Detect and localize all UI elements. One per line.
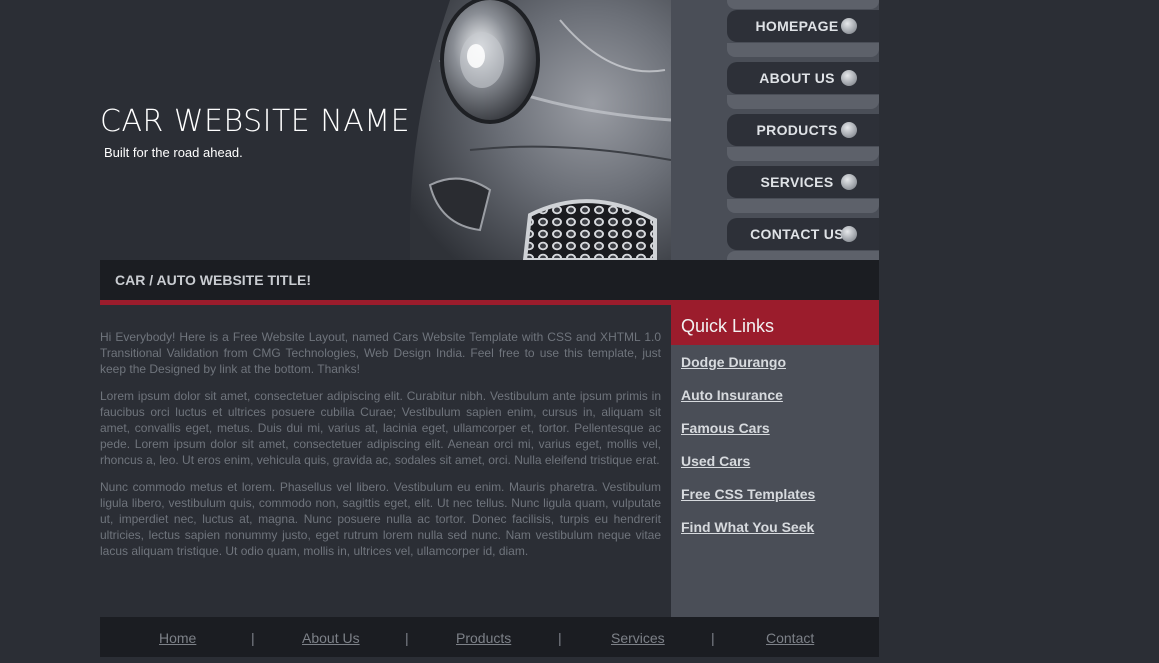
quick-link-free-css-templates[interactable]: Free CSS Templates [681, 486, 815, 502]
nav-tab-ledge [727, 251, 879, 260]
nav-bullet-icon [841, 226, 857, 242]
list-item: Find What You Seek [681, 519, 815, 552]
quick-link-used-cars[interactable]: Used Cars [681, 453, 750, 469]
content-paragraph: Nunc commodo metus et lorem. Phasellus v… [100, 480, 661, 558]
sidebar: Quick Links Dodge Durango Auto Insurance… [671, 300, 879, 617]
main-content: Hi Everybody! Here is a Free Website Lay… [100, 305, 671, 617]
nav-tab-ledge [727, 95, 879, 109]
nav-tab-ledge [727, 199, 879, 213]
list-item: Free CSS Templates [681, 486, 815, 519]
header: CAR WEBSITE NAME Built for the road ahea… [100, 0, 879, 260]
quick-link-find-what-you-seek[interactable]: Find What You Seek [681, 519, 814, 535]
list-item: Famous Cars [681, 420, 815, 453]
quick-links-list: Dodge Durango Auto Insurance Famous Cars… [681, 354, 815, 552]
nav-label: ABOUT US [759, 70, 835, 86]
nav-bullet-icon [841, 18, 857, 34]
content-paragraph: Lorem ipsum dolor sit amet, consectetuer… [100, 389, 661, 467]
quick-link-famous-cars[interactable]: Famous Cars [681, 420, 770, 436]
site-name: CAR WEBSITE NAME [100, 104, 411, 139]
nav-bullet-icon [841, 70, 857, 86]
main-nav: HOMEPAGE ABOUT US PRODUCTS SERVICES CONT… [671, 0, 879, 260]
nav-label: PRODUCTS [756, 122, 838, 138]
nav-tab-ledge [727, 0, 879, 9]
footer-link-services[interactable]: Services [611, 630, 665, 646]
footer-separator: | [711, 630, 715, 646]
quick-link-dodge-durango[interactable]: Dodge Durango [681, 354, 786, 370]
footer-separator: | [405, 630, 409, 646]
nav-services[interactable]: SERVICES [727, 166, 879, 198]
title-bar: CAR / AUTO WEBSITE TITLE! [100, 260, 879, 305]
nav-label: CONTACT US [750, 226, 844, 242]
content-body: Hi Everybody! Here is a Free Website Lay… [100, 329, 661, 570]
footer-separator: | [251, 630, 255, 646]
list-item: Used Cars [681, 453, 815, 486]
quick-link-auto-insurance[interactable]: Auto Insurance [681, 387, 783, 403]
nav-tab-ledge [727, 43, 879, 57]
footer: Home | About Us | Products | Services | … [100, 617, 879, 657]
nav-label: SERVICES [760, 174, 834, 190]
footer-link-home[interactable]: Home [159, 630, 196, 646]
nav-contact-us[interactable]: CONTACT US [727, 218, 879, 250]
footer-link-products[interactable]: Products [456, 630, 511, 646]
nav-label: HOMEPAGE [755, 18, 839, 34]
nav-about-us[interactable]: ABOUT US [727, 62, 879, 94]
quick-links-title: Quick Links [681, 316, 775, 336]
nav-products[interactable]: PRODUCTS [727, 114, 879, 146]
site-tagline: Built for the road ahead. [104, 145, 243, 160]
content-paragraph: Hi Everybody! Here is a Free Website Lay… [100, 330, 661, 376]
footer-link-about-us[interactable]: About Us [302, 630, 360, 646]
list-item: Auto Insurance [681, 387, 815, 420]
nav-tab-ledge [727, 147, 879, 161]
list-item: Dodge Durango [681, 354, 815, 387]
car-photo [410, 0, 671, 260]
nav-homepage[interactable]: HOMEPAGE [727, 10, 879, 42]
footer-separator: | [558, 630, 562, 646]
page-wrapper: CAR WEBSITE NAME Built for the road ahea… [100, 0, 879, 663]
nav-bullet-icon [841, 122, 857, 138]
car-photo-graphic [410, 0, 671, 260]
page-title: CAR / AUTO WEBSITE TITLE! [115, 272, 311, 288]
nav-bullet-icon [841, 174, 857, 190]
footer-link-contact[interactable]: Contact [766, 630, 814, 646]
